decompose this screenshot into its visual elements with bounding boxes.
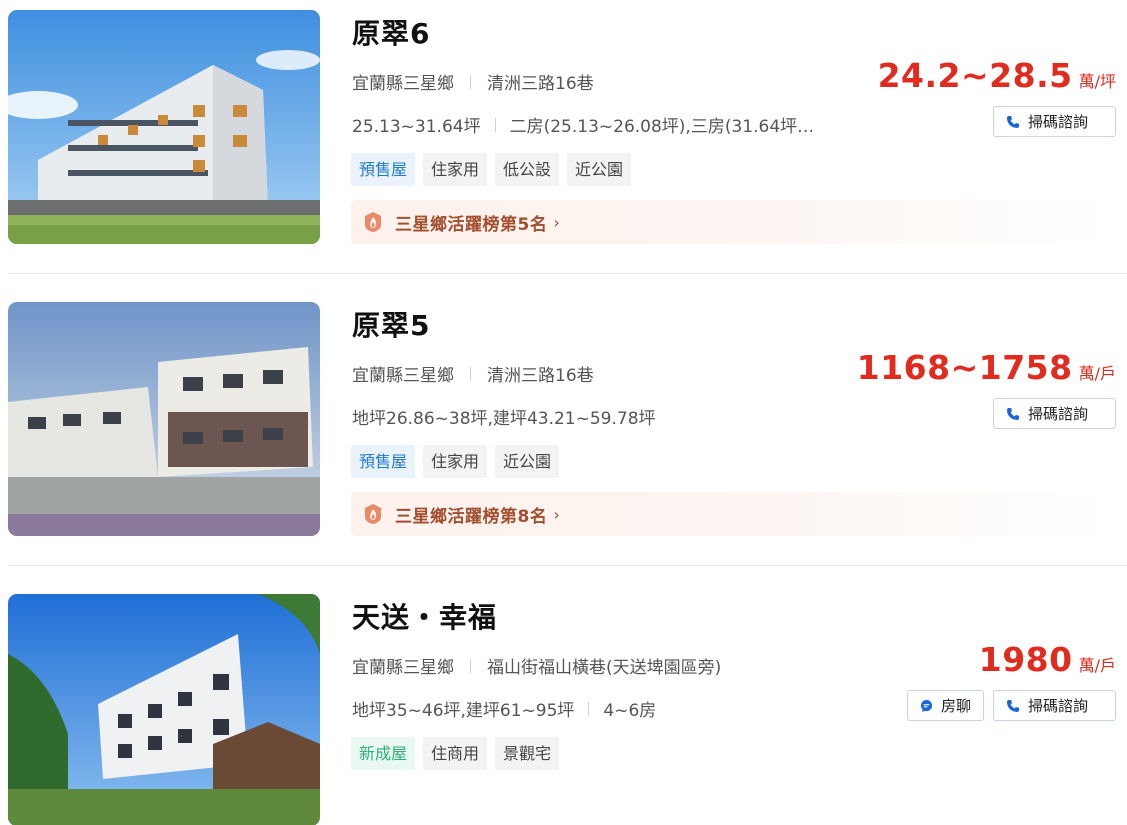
rank-text: 三星鄉活躍榜第8名 xyxy=(395,506,548,527)
listing-photo[interactable] xyxy=(8,302,320,536)
tag-list: 新成屋 住商用 景觀宅 xyxy=(351,737,560,770)
action-buttons: 掃碼諮詢 xyxy=(993,398,1116,429)
listing-photo[interactable] xyxy=(8,594,320,825)
spec-area: 25.13~31.64坪 xyxy=(352,117,481,137)
price-amount: 24.2~28.5 xyxy=(877,56,1073,95)
listing-address: 宜蘭縣三星鄉 清洲三路16巷 xyxy=(352,361,594,386)
divider xyxy=(588,701,590,716)
chevron-right-icon: › xyxy=(553,504,560,524)
price-amount: 1168~1758 xyxy=(856,348,1073,387)
action-buttons: 掃碼諮詢 xyxy=(993,106,1116,137)
listing-specs: 25.13~31.64坪 二房(25.13~26.08坪),三房(31.64坪… xyxy=(352,112,812,137)
action-buttons: 房聊 掃碼諮詢 xyxy=(907,690,1116,721)
building-photo-illustration xyxy=(8,594,320,825)
listing-title[interactable]: 原翠6 xyxy=(352,12,430,52)
price-unit: 萬/坪 xyxy=(1078,72,1116,91)
tag-list: 預售屋 住家用 近公園 xyxy=(351,445,560,478)
price: 24.2~28.5 萬/坪 xyxy=(878,56,1116,95)
listing-photo[interactable] xyxy=(8,10,320,244)
chat-button[interactable]: 房聊 xyxy=(907,690,984,721)
listing-card[interactable]: 天送・幸福 宜蘭縣三星鄉 福山街福山橫巷(天送埤園區旁) 地坪35~46坪,建坪… xyxy=(0,584,1127,825)
listing-divider xyxy=(8,565,1127,566)
tag-low-public: 低公設 xyxy=(495,153,560,186)
tag-residential: 住家用 xyxy=(423,153,488,186)
tag-presale: 預售屋 xyxy=(351,445,416,478)
scan-consult-label: 掃碼諮詢 xyxy=(1028,697,1089,715)
listing-card[interactable]: 原翠6 宜蘭縣三星鄉 清洲三路16巷 25.13~31.64坪 二房(25.13… xyxy=(0,0,1127,292)
listing-card[interactable]: 原翠5 宜蘭縣三星鄉 清洲三路16巷 地坪26.86~38坪,建坪43.21~5… xyxy=(0,292,1127,584)
building-photo-illustration xyxy=(8,10,320,244)
divider xyxy=(494,117,496,132)
scan-consult-button[interactable]: 掃碼諮詢 xyxy=(993,690,1116,721)
scan-consult-button[interactable]: 掃碼諮詢 xyxy=(993,398,1116,429)
tag-presale: 預售屋 xyxy=(351,153,416,186)
chat-bubble-icon xyxy=(920,699,933,712)
listing-title[interactable]: 原翠5 xyxy=(352,304,430,344)
chat-label: 房聊 xyxy=(940,697,971,715)
listing-title[interactable]: 天送・幸福 xyxy=(352,596,497,636)
tag-near-park: 近公園 xyxy=(495,445,560,478)
address-road: 清洲三路16巷 xyxy=(487,74,594,94)
price-amount: 1980 xyxy=(978,640,1073,679)
chevron-right-icon: › xyxy=(553,212,560,232)
spec-rooms: 二房(25.13~26.08坪),三房(31.64坪… xyxy=(509,117,812,137)
phone-icon xyxy=(1007,407,1019,420)
listing-address: 宜蘭縣三星鄉 福山街福山橫巷(天送埤園區旁) xyxy=(352,653,721,678)
rank-text: 三星鄉活躍榜第5名 xyxy=(395,214,548,235)
spec-area: 地坪35~46坪,建坪61~95坪 xyxy=(352,701,575,721)
address-district: 宜蘭縣三星鄉 xyxy=(352,658,454,678)
divider xyxy=(470,366,471,381)
spec-rooms: 4~6房 xyxy=(603,701,657,721)
tag-commercial-residential: 住商用 xyxy=(423,737,488,770)
scan-consult-label: 掃碼諮詢 xyxy=(1028,405,1089,423)
listing-specs: 地坪35~46坪,建坪61~95坪 4~6房 xyxy=(352,696,656,721)
spec-area: 地坪26.86~38坪,建坪43.21~59.78坪 xyxy=(352,409,656,429)
listing-address: 宜蘭縣三星鄉 清洲三路16巷 xyxy=(352,69,594,94)
address-district: 宜蘭縣三星鄉 xyxy=(352,74,454,94)
scan-consult-label: 掃碼諮詢 xyxy=(1028,113,1089,131)
rank-banner[interactable]: 三星鄉活躍榜第8名 › xyxy=(351,492,1116,536)
address-road: 福山街福山橫巷(天送埤園區旁) xyxy=(487,658,722,678)
building-photo-illustration xyxy=(8,302,320,536)
fire-medal-icon xyxy=(365,504,381,524)
tag-new-built: 新成屋 xyxy=(351,737,416,770)
listing-divider xyxy=(8,273,1127,274)
divider xyxy=(470,74,471,89)
fire-medal-icon xyxy=(365,212,381,232)
tag-residential: 住家用 xyxy=(423,445,488,478)
rank-banner[interactable]: 三星鄉活躍榜第5名 › xyxy=(351,200,1116,244)
divider xyxy=(470,658,471,673)
address-district: 宜蘭縣三星鄉 xyxy=(352,366,454,386)
tag-list: 預售屋 住家用 低公設 近公園 xyxy=(351,153,632,186)
price-unit: 萬/戶 xyxy=(1078,364,1116,383)
phone-icon xyxy=(1007,115,1019,128)
price: 1980 萬/戶 xyxy=(979,640,1116,679)
price: 1168~1758 萬/戶 xyxy=(857,348,1116,387)
tag-scenic: 景觀宅 xyxy=(495,737,560,770)
listing-specs: 地坪26.86~38坪,建坪43.21~59.78坪 xyxy=(352,404,656,429)
address-road: 清洲三路16巷 xyxy=(487,366,594,386)
tag-near-park: 近公園 xyxy=(567,153,632,186)
phone-icon xyxy=(1007,699,1019,712)
price-unit: 萬/戶 xyxy=(1078,656,1116,675)
scan-consult-button[interactable]: 掃碼諮詢 xyxy=(993,106,1116,137)
